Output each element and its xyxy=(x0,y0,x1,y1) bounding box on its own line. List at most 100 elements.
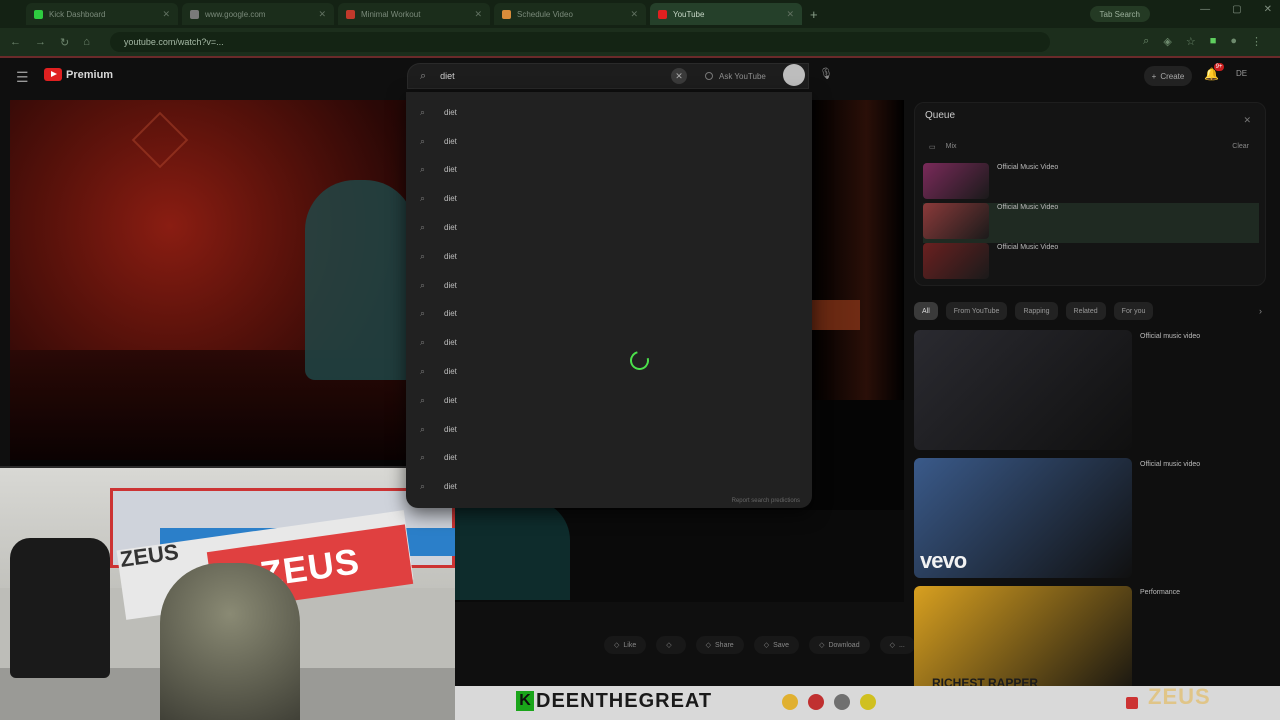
url-field[interactable]: youtube.com/watch?v=... xyxy=(109,32,1050,52)
suggestion-item[interactable]: ⌕ diet xyxy=(406,242,812,271)
action-icon: ◇ xyxy=(614,642,620,649)
queue-thumbnail xyxy=(923,163,989,199)
bookmark-icon[interactable]: ☆ xyxy=(1186,35,1196,48)
suggestion-item[interactable]: ⌕ diet xyxy=(406,357,812,386)
filter-chip[interactable]: Rapping xyxy=(1015,302,1058,320)
suggestion-item[interactable]: ⌕ diet xyxy=(406,271,812,300)
tab-label: www.google.com xyxy=(205,9,266,19)
action-icon: ◇ xyxy=(705,642,712,649)
suggestion-item[interactable]: ⌕ diet xyxy=(406,213,812,242)
search-query: diet xyxy=(440,71,455,81)
tab-favicon-icon xyxy=(658,9,667,19)
youtube-logo[interactable]: Premium xyxy=(44,68,113,81)
search-icon: ⌕ xyxy=(420,394,426,405)
zoom-icon[interactable]: ⌕ xyxy=(1143,35,1149,48)
filter-chip[interactable]: Related xyxy=(1065,302,1106,320)
extension-icon[interactable]: ◈ xyxy=(1163,35,1171,48)
browser-tab[interactable]: Kick Dashboard ✕ xyxy=(26,3,178,25)
suggestion-item[interactable]: ⌕ diet xyxy=(406,444,812,473)
video-action-button[interactable]: ◇ Share xyxy=(695,636,744,654)
filter-chip[interactable]: From YouTube xyxy=(945,302,1008,320)
tab-close-icon[interactable]: ✕ xyxy=(162,9,170,20)
filter-chip[interactable]: All xyxy=(914,302,938,320)
vevo-logo: vevo xyxy=(920,548,967,573)
clear-search-icon[interactable]: ✕ xyxy=(671,68,687,84)
browser-tab[interactable]: Minimal Workout ✕ xyxy=(338,3,490,25)
recommendation-item[interactable]: Official music video xyxy=(914,330,1268,450)
tab-label: Schedule Video xyxy=(517,9,573,19)
queue-item[interactable]: Official Music Video xyxy=(923,203,1259,243)
action-icon: ◇ xyxy=(763,642,770,649)
microphone-icon[interactable]: 🎙 xyxy=(819,67,833,80)
search-icon: ⌕ xyxy=(420,308,426,319)
action-label: ... xyxy=(898,641,905,649)
recommendation-title: Official music video xyxy=(1140,461,1201,468)
queue-item-title: Official Music Video xyxy=(997,164,1059,171)
action-label: Save xyxy=(773,641,790,649)
suggestion-item[interactable]: ⌕ diet xyxy=(406,127,812,156)
tab-label: Minimal Workout xyxy=(361,9,421,19)
report-predictions-link[interactable]: Report search predictions xyxy=(732,498,800,504)
suggestion-item[interactable]: ⌕ diet xyxy=(406,472,812,501)
queue-save-icon[interactable]: ▭ xyxy=(929,143,936,151)
recommendation-meta: Official music video xyxy=(1140,458,1200,578)
maximize-icon[interactable]: ▢ xyxy=(1232,4,1241,15)
search-button[interactable] xyxy=(783,64,805,86)
video-action-button[interactable]: ◇ xyxy=(656,636,686,654)
video-action-button[interactable]: ◇ Like xyxy=(604,636,647,654)
avatar[interactable]: DE xyxy=(1236,69,1247,78)
suggestion-item[interactable]: ⌕ diet xyxy=(406,184,812,213)
minimize-icon[interactable]: — xyxy=(1200,4,1210,15)
new-tab-button[interactable]: + xyxy=(810,7,818,22)
queue-panel: Queue ✕ ▭ Mix Clear Official Music Video… xyxy=(914,102,1266,286)
queue-item-title: Official Music Video xyxy=(997,204,1059,211)
queue-item[interactable]: Official Music Video xyxy=(923,163,1259,203)
suggestion-item[interactable]: ⌕ diet xyxy=(406,386,812,415)
home-icon[interactable]: ⌂ xyxy=(83,36,90,48)
ask-youtube-button[interactable]: Ask YouTube xyxy=(697,65,774,87)
video-action-button[interactable]: ◇... xyxy=(879,636,915,654)
video-action-button[interactable]: ◇ Download xyxy=(809,636,870,654)
profile-icon[interactable]: ● xyxy=(1230,35,1237,48)
tab-close-icon[interactable]: ✕ xyxy=(630,9,638,20)
suggestion-text: diet xyxy=(444,251,457,261)
extension-green-icon[interactable]: ■ xyxy=(1210,35,1217,48)
hamburger-menu-icon[interactable]: ☰ xyxy=(16,69,29,86)
queue-subtitle: ▭ Mix xyxy=(929,143,957,151)
tab-close-icon[interactable]: ✕ xyxy=(474,9,482,20)
streamer-person xyxy=(160,563,300,720)
tab-search-button[interactable]: Tab Search xyxy=(1089,6,1150,22)
create-button[interactable]: + Create xyxy=(1144,66,1192,86)
browser-tab[interactable]: www.google.com ✕ xyxy=(182,3,334,25)
video-action-button[interactable]: ◇ Save xyxy=(753,636,800,654)
recommendation-item[interactable]: vevo Official music video xyxy=(914,458,1268,578)
suggestion-item[interactable]: ⌕ diet xyxy=(406,300,812,329)
queue-item[interactable]: Official Music Video xyxy=(923,243,1259,283)
queue-clear-button[interactable]: Clear xyxy=(1232,143,1249,150)
forward-icon[interactable]: → xyxy=(35,36,46,48)
suggestion-item[interactable]: ⌕ diet xyxy=(406,415,812,444)
tab-close-icon[interactable]: ✕ xyxy=(318,9,326,20)
tab-close-icon[interactable]: ✕ xyxy=(786,9,794,20)
reload-icon[interactable]: ↻ xyxy=(60,36,69,49)
tab-favicon-icon xyxy=(346,9,355,19)
browser-tab[interactable]: YouTube ✕ xyxy=(650,3,802,25)
queue-close-icon[interactable]: ✕ xyxy=(1243,115,1251,126)
search-icon: ⌕ xyxy=(420,279,426,290)
recommendation-thumbnail xyxy=(914,330,1132,450)
back-icon[interactable]: ← xyxy=(10,36,21,48)
browser-tab[interactable]: Schedule Video ✕ xyxy=(494,3,646,25)
search-icon: ⌕ xyxy=(420,106,426,117)
suggestion-item[interactable]: ⌕ diet xyxy=(406,98,812,127)
queue-thumbnail xyxy=(923,243,989,279)
suggestion-item[interactable]: ⌕ diet xyxy=(406,156,812,185)
youtube-masthead: ☰ Premium ⌕ diet ✕ Ask YouTube 🎙 + Creat… xyxy=(0,58,1280,94)
chevron-right-icon[interactable]: › xyxy=(1259,306,1262,316)
close-icon[interactable]: ✕ xyxy=(1264,4,1272,15)
suggestion-text: diet xyxy=(444,280,457,290)
recommendation-title: Performance xyxy=(1140,589,1181,596)
suggestion-item[interactable]: ⌕ diet xyxy=(406,328,812,357)
queue-title: Queue xyxy=(925,110,956,121)
filter-chip[interactable]: For you xyxy=(1113,302,1154,320)
menu-icon[interactable]: ⋮ xyxy=(1251,35,1262,48)
